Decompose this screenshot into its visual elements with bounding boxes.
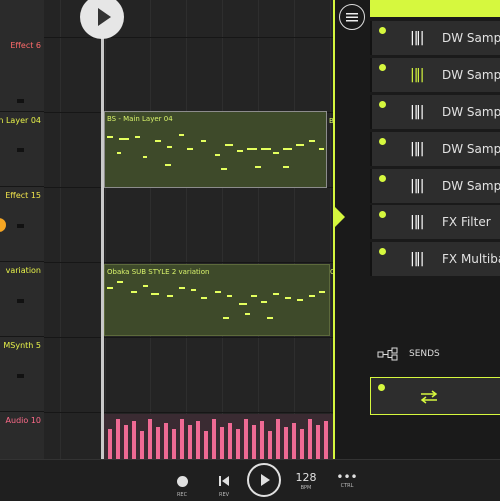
sliders-icon: |‖| xyxy=(410,251,424,267)
audio-clip[interactable] xyxy=(104,414,334,459)
effect-slot-label: DW Sampler xyxy=(442,179,500,193)
sliders-icon: |‖| xyxy=(410,141,424,157)
record-label: REC xyxy=(176,492,188,498)
power-dot[interactable] xyxy=(379,64,386,71)
rewind-button[interactable]: REV xyxy=(212,472,236,498)
power-dot[interactable] xyxy=(379,138,386,145)
track-header[interactable]: Effect 6 xyxy=(0,37,44,112)
sliders-icon: |‖| xyxy=(410,104,424,120)
panel-collapse-arrow[interactable] xyxy=(335,207,345,227)
sliders-icon: |‖| xyxy=(410,214,424,230)
midi-clip[interactable]: Obaka SUB STYLE 2 variation xyxy=(104,264,330,336)
menu-button[interactable] xyxy=(339,4,365,30)
power-dot[interactable] xyxy=(379,27,386,34)
power-dot[interactable] xyxy=(379,248,386,255)
effect-slot[interactable]: |‖| DW Sampler xyxy=(370,58,500,92)
power-dot[interactable] xyxy=(379,211,386,218)
play-button[interactable] xyxy=(80,0,124,39)
track-name: n Layer 04 xyxy=(0,116,41,125)
volume-fader[interactable] xyxy=(17,299,24,303)
playhead[interactable] xyxy=(101,0,104,459)
more-dots-icon: ••• xyxy=(336,470,358,484)
midi-clip[interactable]: BS - Main Layer 04 xyxy=(104,111,327,188)
effects-panel: |‖| DW Sampler |‖| DW Sampler |‖| DW Sam… xyxy=(333,0,500,459)
effect-slot[interactable]: |‖| FX Filter xyxy=(370,205,500,239)
effect-slot-label: DW Sampler xyxy=(442,31,500,45)
record-icon xyxy=(176,476,188,487)
bpm-display[interactable]: 128 BPM xyxy=(291,471,321,492)
track-name: MSynth 5 xyxy=(3,341,41,350)
track-name: Effect 6 xyxy=(10,41,41,50)
transport-bar: REC REV 128 BPM ••• CTRL xyxy=(0,459,500,501)
skip-back-icon xyxy=(219,476,229,486)
sliders-icon: |‖| xyxy=(410,30,424,46)
hamburger-icon xyxy=(346,13,358,22)
ctrl-button[interactable]: ••• CTRL xyxy=(334,470,360,489)
power-dot[interactable] xyxy=(379,175,386,182)
volume-fader[interactable] xyxy=(17,224,24,228)
clip-title: BS - Main Layer 04 xyxy=(107,115,173,123)
effect-slot-label: FX Multiband xyxy=(442,252,500,266)
sliders-icon: |‖| xyxy=(410,178,424,194)
effect-slot-label: DW Sampler xyxy=(442,142,500,156)
play-icon xyxy=(98,8,111,26)
clip-title: Obaka SUB STYLE 2 variation xyxy=(107,268,210,276)
effect-slot-label: DW Sampler xyxy=(442,105,500,119)
volume-fader[interactable] xyxy=(17,148,24,152)
track-headers: Effect 6 n Layer 04 Effect 15 variation … xyxy=(0,0,44,487)
volume-fader[interactable] xyxy=(17,374,24,378)
swap-arrows-icon xyxy=(420,390,438,404)
volume-knob[interactable] xyxy=(0,218,6,232)
track-header[interactable]: Effect 15 xyxy=(0,187,44,262)
send-slot[interactable] xyxy=(370,377,500,415)
panel-header-bar xyxy=(370,0,500,17)
track-name: Audio 10 xyxy=(5,416,41,425)
track-name: Effect 15 xyxy=(5,191,41,200)
effect-slot[interactable]: |‖| DW Sampler xyxy=(370,169,500,203)
effect-slot[interactable]: |‖| DW Sampler xyxy=(370,132,500,166)
power-dot[interactable] xyxy=(378,384,385,391)
effect-slot[interactable]: |‖| DW Sampler xyxy=(370,95,500,129)
track-header[interactable]: n Layer 04 xyxy=(0,112,44,187)
power-dot[interactable] xyxy=(379,101,386,108)
rewind-label: REV xyxy=(218,492,230,498)
volume-fader[interactable] xyxy=(17,99,24,103)
sliders-icon: |‖| xyxy=(410,67,424,83)
bpm-value: 128 xyxy=(295,471,317,484)
routing-icon xyxy=(377,347,398,361)
effect-slot-label: FX Filter xyxy=(442,215,491,229)
effect-slot[interactable]: |‖| DW Sampler xyxy=(370,21,500,55)
track-name: variation xyxy=(5,266,41,275)
track-header[interactable]: MSynth 5 xyxy=(0,337,44,412)
effect-slot[interactable]: |‖| FX Multiband xyxy=(370,242,500,276)
play-pause-button[interactable] xyxy=(247,463,281,497)
record-button[interactable]: REC xyxy=(170,472,194,498)
arrangement-timeline[interactable]: BS - Main Layer 04 B Obaka SUB STYLE 2 v… xyxy=(44,0,334,459)
effect-slot-label: DW Sampler xyxy=(442,68,500,82)
play-icon xyxy=(261,474,270,486)
bpm-label: BPM xyxy=(300,485,312,491)
track-header[interactable]: variation xyxy=(0,262,44,337)
sends-label: SENDS xyxy=(409,349,440,359)
